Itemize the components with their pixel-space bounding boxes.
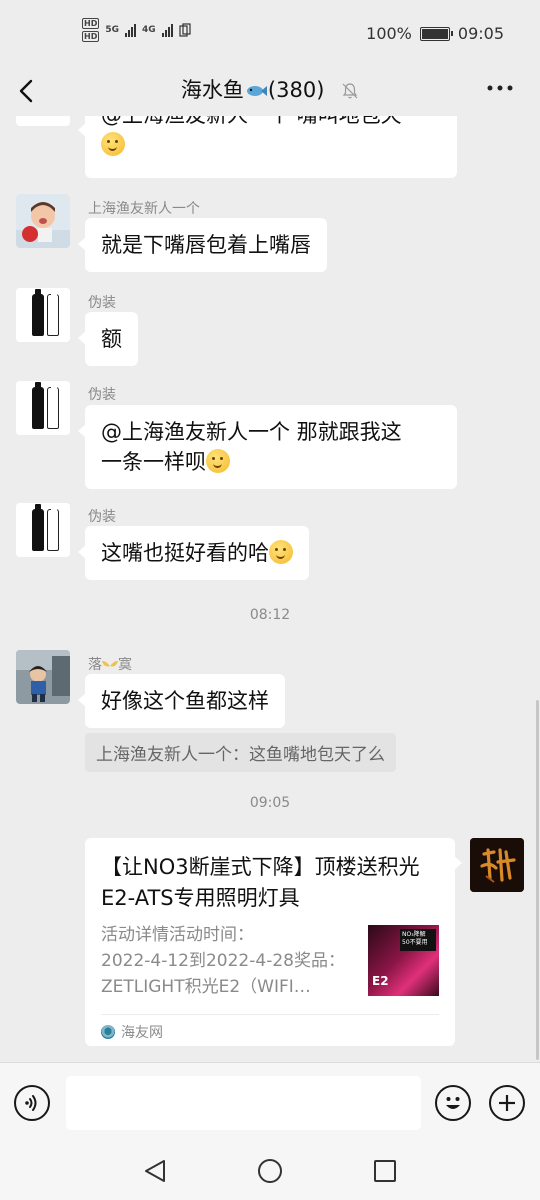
scrollbar[interactable] (536, 700, 539, 1060)
sender-name-part1: 落 (88, 657, 102, 673)
timestamp: 09:05 (249, 795, 291, 811)
message-text: @上海渔友新人一个 嘴叫地包天 (101, 116, 441, 130)
chat-member-count: (380) (267, 78, 325, 102)
message-bubble[interactable]: 这嘴也挺好看的哈 (78, 526, 309, 580)
message-bubble[interactable]: 就是下嘴唇包着上嘴唇 (78, 218, 327, 272)
link-card-source-name: 海友网 (121, 1025, 163, 1041)
battery-percent: 100% (366, 24, 412, 43)
thinking-emoji-icon (269, 540, 293, 564)
sender-name: 伪装 (88, 387, 116, 403)
voice-button[interactable] (14, 1085, 50, 1121)
message-text: 额 (101, 327, 122, 351)
link-card-source: 海友网 (101, 1022, 163, 1042)
link-card-desc-line1: 活动详情活动时间： (101, 925, 254, 945)
avatar-self[interactable] (470, 838, 524, 892)
baby-avatar-icon (16, 194, 70, 248)
timestamp: 08:12 (249, 607, 291, 623)
sender-name: 落寞 (88, 654, 132, 674)
message-input[interactable] (66, 1076, 421, 1130)
link-card-desc-line3: ZETLIGHT积光E2（WIFI… (101, 977, 311, 997)
avatar[interactable] (16, 116, 70, 126)
link-card[interactable]: 【让NO3断崖式下降】顶楼送积光E2-ATS专用照明灯具 活动详情活动时间： 2… (85, 838, 462, 1046)
message-text: 好像这个鱼都这样 (101, 689, 269, 713)
emoji-button[interactable] (435, 1085, 471, 1121)
message-text-line1: @上海渔友新人一个 那就跟我这 (101, 420, 402, 444)
triangle-back-icon (145, 1160, 165, 1182)
chat-header: 海水鱼 (380) (0, 66, 540, 116)
sender-name: 上海渔友新人一个 (88, 201, 200, 217)
circle-home-icon (258, 1159, 282, 1183)
nav-recents-button[interactable] (372, 1158, 398, 1188)
message-text-line2: 一条一样呗 (101, 450, 206, 474)
thumbnail-label: E2 (372, 974, 389, 988)
voice-icon (25, 1095, 37, 1111)
chat-title: 海水鱼 (380) (0, 74, 540, 104)
thumbnail-badge: NO₃降解 50不要用 (400, 929, 436, 951)
sim-icon (179, 23, 191, 37)
message-bubble[interactable]: 好像这个鱼都这样 (78, 674, 285, 728)
nav-home-button[interactable] (257, 1158, 283, 1188)
signal-5g-label: 5G (105, 25, 119, 35)
thumbnail-badge-line1: NO₃降解 (402, 931, 426, 938)
fish-emoji-icon (246, 86, 267, 96)
sender-name: 伪装 (88, 509, 116, 525)
bell-off-icon (342, 83, 358, 99)
avatar-user-weizhuang[interactable] (16, 288, 70, 342)
divider (101, 1014, 439, 1015)
bottles-avatar-icon (16, 381, 70, 435)
wings-emoji-icon (102, 660, 118, 667)
message-text: 这嘴也挺好看的哈 (101, 541, 269, 565)
thinking-emoji-icon (206, 449, 230, 473)
avatar-user-shanghai[interactable] (16, 194, 70, 248)
more-button[interactable] (486, 74, 514, 108)
bottles-avatar-icon (16, 288, 70, 342)
signal-4g-label: 4G (142, 25, 156, 35)
network-indicators: HD HD 5G 4G (82, 18, 191, 42)
avatar-user-weizhuang[interactable] (16, 381, 70, 435)
bottles-avatar-icon (16, 503, 70, 557)
sender-name-part2: 寞 (118, 657, 132, 673)
status-bar: HD HD 5G 4G 100% 09:05 (0, 0, 540, 66)
clock: 09:05 (457, 24, 504, 43)
battery-icon (419, 26, 453, 41)
message-text: 就是下嘴唇包着上嘴唇 (101, 233, 311, 257)
message-bubble[interactable]: @上海渔友新人一个 嘴叫地包天 (78, 116, 457, 178)
system-navigation-bar (0, 1142, 540, 1200)
child-photo-avatar-icon (16, 650, 70, 704)
nav-back-button[interactable] (142, 1158, 168, 1188)
message-list[interactable]: @上海渔友新人一个 嘴叫地包天 上海渔友新人一个 就是下嘴唇包着上嘴唇 伪装 额… (0, 116, 540, 1062)
source-logo-icon (101, 1025, 115, 1039)
link-card-desc-line2: 2022-4-12到2022-4-28奖品： (101, 951, 345, 971)
avatar-user-luomo[interactable] (16, 650, 70, 704)
hd-badge-2: HD (82, 31, 100, 42)
link-card-thumbnail: NO₃降解 50不要用 E2 (368, 925, 439, 996)
link-card-title: 【让NO3断崖式下降】顶楼送积光E2-ATS专用照明灯具 (101, 855, 420, 910)
signal-bars-icon (125, 23, 136, 37)
chat-title-name: 海水鱼 (180, 78, 244, 102)
thumbnail-badge-line2: 50不要用 (402, 939, 428, 946)
signal-bars-icon-2 (161, 23, 173, 37)
message-bubble[interactable]: @上海渔友新人一个 那就跟我这 一条一样呗 (78, 405, 457, 489)
avatar-user-weizhuang[interactable] (16, 503, 70, 557)
calligraphy-avatar-icon (470, 838, 524, 892)
plus-button[interactable] (489, 1085, 525, 1121)
plus-icon (499, 1095, 515, 1111)
input-bar (0, 1062, 540, 1142)
quoted-message[interactable]: 上海渔友新人一个：这鱼嘴地包天了么 (85, 733, 396, 772)
hd-badge: HD (82, 18, 100, 29)
message-bubble[interactable]: 额 (78, 312, 138, 366)
thinking-emoji-icon (101, 132, 125, 156)
sender-name: 伪装 (88, 295, 116, 311)
emoji-icon (446, 1097, 460, 1109)
link-card-description: 活动详情活动时间： 2022-4-12到2022-4-28奖品： ZETLIGH… (101, 922, 351, 1000)
more-icon (487, 85, 513, 91)
square-recents-icon (374, 1160, 396, 1182)
